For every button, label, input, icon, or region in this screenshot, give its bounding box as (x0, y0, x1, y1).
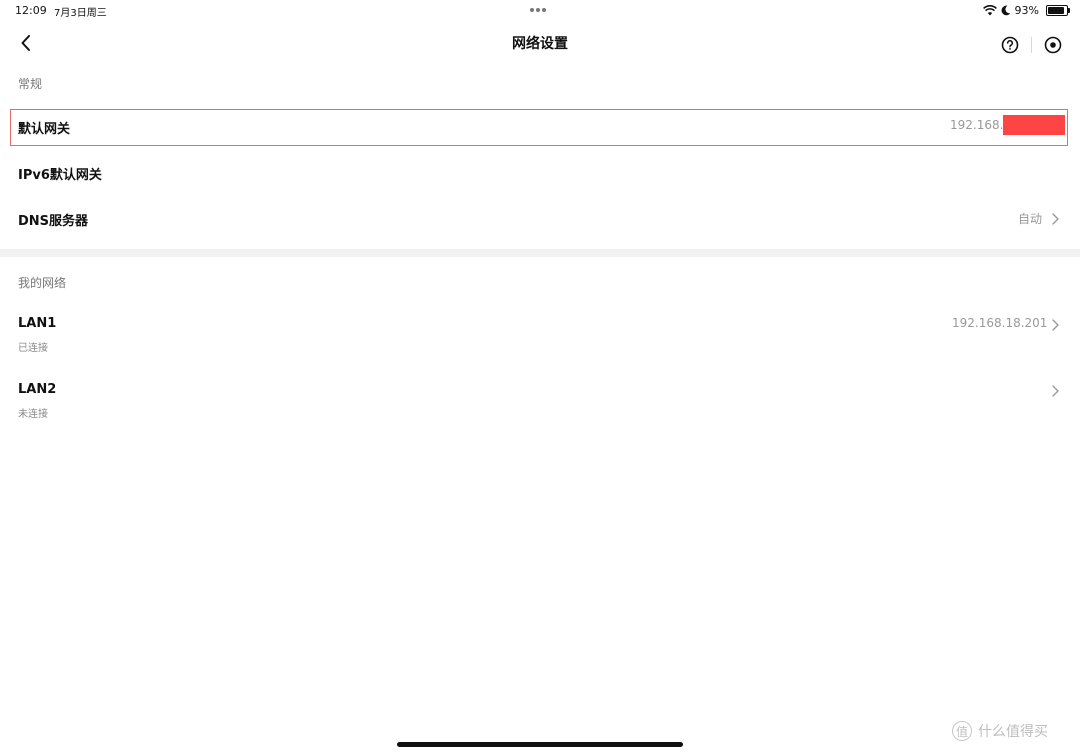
row-value: 192.168.18.201 (952, 316, 1048, 330)
row-value: 自动 (1018, 212, 1043, 226)
row-default-gateway[interactable]: 默认网关 192.168. (0, 110, 1080, 146)
chevron-right-icon (1052, 213, 1059, 225)
network-settings-page: 12:09 7月3日周三 93% 网络设置 常规 默认网关 192.168. I… (0, 0, 1080, 754)
status-time: 12:09 (15, 4, 47, 17)
row-status: 未连接 (18, 409, 48, 420)
section-header-my-network: 我的网络 (18, 276, 67, 290)
multitasking-dots-icon[interactable] (530, 3, 550, 13)
chevron-right-icon (1052, 319, 1059, 331)
row-lan2[interactable]: LAN2 未连接 (0, 376, 1080, 426)
row-label: LAN2 (18, 382, 57, 397)
chevron-right-icon (1052, 385, 1059, 397)
moon-icon (1001, 5, 1010, 15)
record-icon[interactable] (1042, 34, 1064, 56)
home-indicator[interactable] (397, 742, 683, 747)
status-bar: 12:09 7月3日周三 93% (0, 0, 1080, 22)
row-value: 192.168. (950, 118, 1004, 132)
help-icon[interactable] (999, 34, 1021, 56)
redaction-mark (1003, 115, 1065, 135)
nav-divider (1031, 37, 1032, 53)
watermark: 值 什么值得买 (952, 720, 1048, 742)
status-date: 7月3日周三 (54, 8, 107, 19)
wifi-icon (982, 4, 997, 15)
section-separator (0, 249, 1080, 257)
battery-icon (1046, 4, 1070, 16)
section-header-general: 常规 (18, 77, 43, 91)
row-label: DNS服务器 (18, 214, 89, 229)
page-title: 网络设置 (512, 36, 568, 52)
watermark-logo-icon: 值 (952, 721, 972, 741)
row-dns-server[interactable]: DNS服务器 自动 (0, 202, 1080, 238)
row-label: IPv6默认网关 (18, 168, 102, 183)
battery-fill (1048, 6, 1064, 14)
nav-bar: 网络设置 (0, 22, 1080, 66)
battery-percent: 93% (1014, 3, 1039, 17)
row-status: 已连接 (18, 343, 48, 354)
watermark-text: 什么值得买 (978, 724, 1048, 740)
row-label: 默认网关 (18, 122, 71, 137)
row-lan1[interactable]: LAN1 已连接 192.168.18.201 (0, 310, 1080, 360)
status-indicators: 93% (982, 3, 1070, 17)
row-ipv6-default-gateway[interactable]: IPv6默认网关 (0, 157, 1080, 193)
row-label: LAN1 (18, 316, 57, 331)
